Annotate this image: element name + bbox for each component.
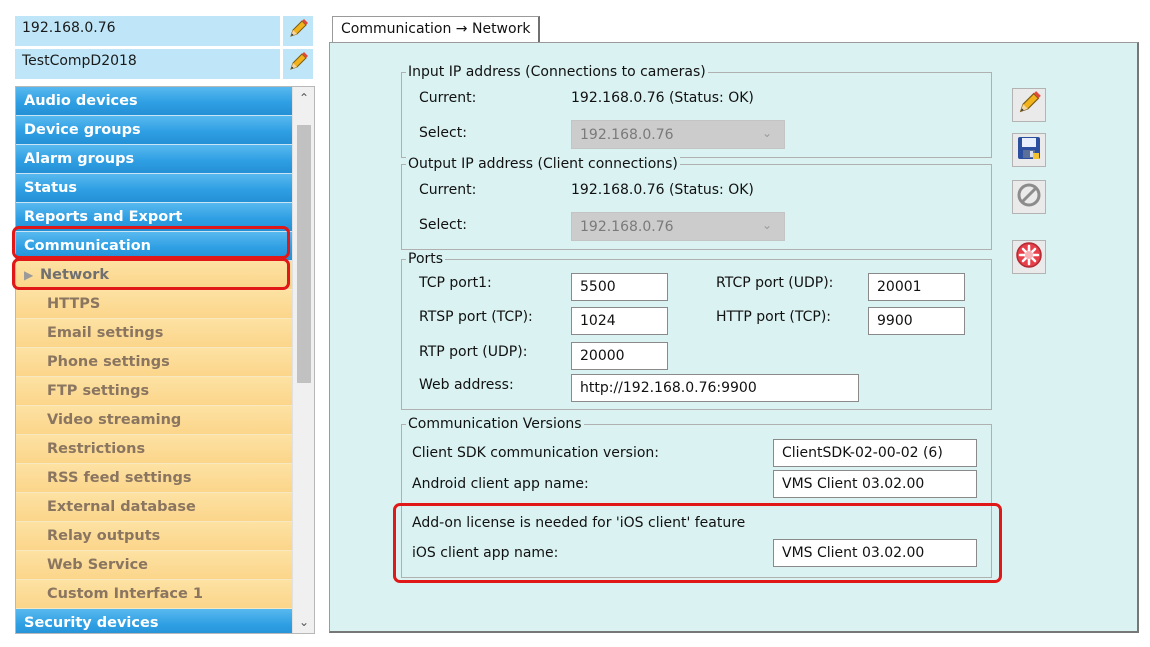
computer-name-field[interactable]: TestCompD2018 (15, 49, 280, 79)
rtcp-port-input[interactable]: 20001 (868, 273, 965, 301)
output-ip-legend: Output IP address (Client connections) (406, 155, 680, 173)
http-port-input[interactable]: 9900 (868, 307, 965, 335)
output-current-label: Current: (419, 182, 477, 198)
nav-item-label: Restrictions (47, 441, 146, 457)
nav-item-custom-interface-1[interactable]: Custom Interface 1 (16, 580, 292, 609)
nav-item-restrictions[interactable]: Restrictions (16, 435, 292, 464)
nav-item-label: Video streaming (47, 412, 182, 428)
versions-legend: Communication Versions (406, 415, 584, 433)
pencil-icon (1016, 90, 1042, 120)
rtsp-port-label: RTSP port (TCP): (419, 309, 533, 325)
nav-item-https[interactable]: HTTPS (16, 290, 292, 319)
nav-item-label: Relay outputs (47, 528, 161, 544)
nav-scrollbar[interactable]: ⌃ ⌄ (292, 87, 314, 633)
nav-item-status[interactable]: Status (16, 174, 292, 203)
nav-item-ftp-settings[interactable]: FTP settings (16, 377, 292, 406)
output-select-label: Select: (419, 217, 467, 233)
chevron-down-icon: ⌄ (761, 218, 772, 232)
highlight-communication (12, 226, 290, 259)
output-ip-select-value: 192.168.0.76 (580, 219, 674, 235)
scroll-thumb[interactable] (297, 125, 311, 383)
nav-item-label: Email settings (47, 325, 164, 341)
output-current-value: 192.168.0.76 (Status: OK) (571, 182, 754, 198)
nav-item-label: External database (47, 499, 196, 515)
nav-item-label: Web Service (47, 557, 149, 573)
nav-item-rss-feed-settings[interactable]: RSS feed settings (16, 464, 292, 493)
scroll-down-icon[interactable]: ⌄ (293, 611, 314, 633)
rtcp-port-label: RTCP port (UDP): (716, 275, 834, 291)
highlight-network (12, 258, 290, 290)
tab-communication-network[interactable]: Communication → Network (332, 16, 541, 43)
nav-item-device-groups[interactable]: Device groups (16, 116, 292, 145)
nav-item-label: FTP settings (47, 383, 150, 399)
nav-item-label: Audio devices (24, 93, 138, 109)
input-current-value: 192.168.0.76 (Status: OK) (571, 90, 754, 106)
ports-legend: Ports (406, 250, 446, 268)
input-ip-group: Input IP address (Connections to cameras… (401, 63, 992, 158)
nav-item-label: RSS feed settings (47, 470, 192, 486)
android-app-value: VMS Client 03.02.00 (773, 470, 977, 498)
chevron-down-icon: ⌄ (761, 126, 772, 140)
navigation-panel: Audio devices Device groups Alarm groups St… (15, 86, 315, 634)
edit-ip-button[interactable] (283, 16, 313, 46)
nav-item-label: Status (24, 180, 78, 196)
highlight-ios-section (393, 503, 1002, 583)
input-ip-select[interactable]: 192.168.0.76 ⌄ (571, 120, 785, 149)
ports-group: Ports TCP port1: 5500 RTCP port (UDP): 2… (401, 250, 992, 410)
input-current-label: Current: (419, 90, 477, 106)
http-port-label: HTTP port (TCP): (716, 309, 832, 325)
nav-item-email-settings[interactable]: Email settings (16, 319, 292, 348)
input-select-label: Select: (419, 125, 467, 141)
tcp-port1-label: TCP port1: (419, 275, 492, 291)
reset-button[interactable] (1012, 240, 1046, 274)
navigation-list: Audio devices Device groups Alarm groups St… (16, 87, 292, 633)
nav-item-video-streaming[interactable]: Video streaming (16, 406, 292, 435)
cancel-icon (1016, 182, 1042, 212)
nav-item-audio-devices[interactable]: Audio devices (16, 87, 292, 116)
nav-item-label: HTTPS (47, 296, 101, 312)
ip-address-field[interactable]: 192.168.0.76 (15, 16, 280, 46)
web-address-label: Web address: (419, 377, 514, 393)
nav-item-phone-settings[interactable]: Phone settings (16, 348, 292, 377)
nav-item-label: Alarm groups (24, 151, 135, 167)
nav-item-label: Security devices (24, 615, 159, 631)
nav-item-web-service[interactable]: Web Service (16, 551, 292, 580)
sdk-version-value: ClientSDK-02-00-02 (6) (773, 439, 977, 467)
web-address-input[interactable]: http://192.168.0.76:9900 (571, 374, 859, 402)
nav-item-alarm-groups[interactable]: Alarm groups (16, 145, 292, 174)
cancel-button[interactable] (1012, 180, 1046, 214)
save-icon (1016, 135, 1042, 165)
pencil-icon (287, 18, 309, 44)
android-app-label: Android client app name: (412, 476, 589, 492)
rtp-port-input[interactable]: 20000 (571, 342, 668, 370)
save-button[interactable] (1012, 133, 1046, 167)
scroll-up-icon[interactable]: ⌃ (293, 87, 314, 109)
nav-item-external-database[interactable]: External database (16, 493, 292, 522)
input-ip-select-value: 192.168.0.76 (580, 127, 674, 143)
sdk-version-label: Client SDK communication version: (412, 445, 659, 461)
output-ip-select[interactable]: 192.168.0.76 ⌄ (571, 212, 785, 241)
edit-computer-name-button[interactable] (283, 49, 313, 79)
pencil-icon (287, 51, 309, 77)
rtsp-port-input[interactable]: 1024 (571, 307, 668, 335)
rtp-port-label: RTP port (UDP): (419, 344, 528, 360)
edit-button[interactable] (1012, 88, 1046, 122)
output-ip-group: Output IP address (Client connections) C… (401, 155, 992, 250)
nav-item-relay-outputs[interactable]: Relay outputs (16, 522, 292, 551)
tcp-port1-input[interactable]: 5500 (571, 273, 668, 301)
nav-item-label: Custom Interface 1 (47, 586, 203, 602)
reset-icon (1015, 241, 1043, 273)
nav-item-label: Reports and Export (24, 209, 183, 225)
nav-item-security-devices[interactable]: Security devices (16, 609, 292, 633)
input-ip-legend: Input IP address (Connections to cameras… (406, 63, 708, 81)
nav-item-label: Device groups (24, 122, 141, 138)
nav-item-label: Phone settings (47, 354, 170, 370)
